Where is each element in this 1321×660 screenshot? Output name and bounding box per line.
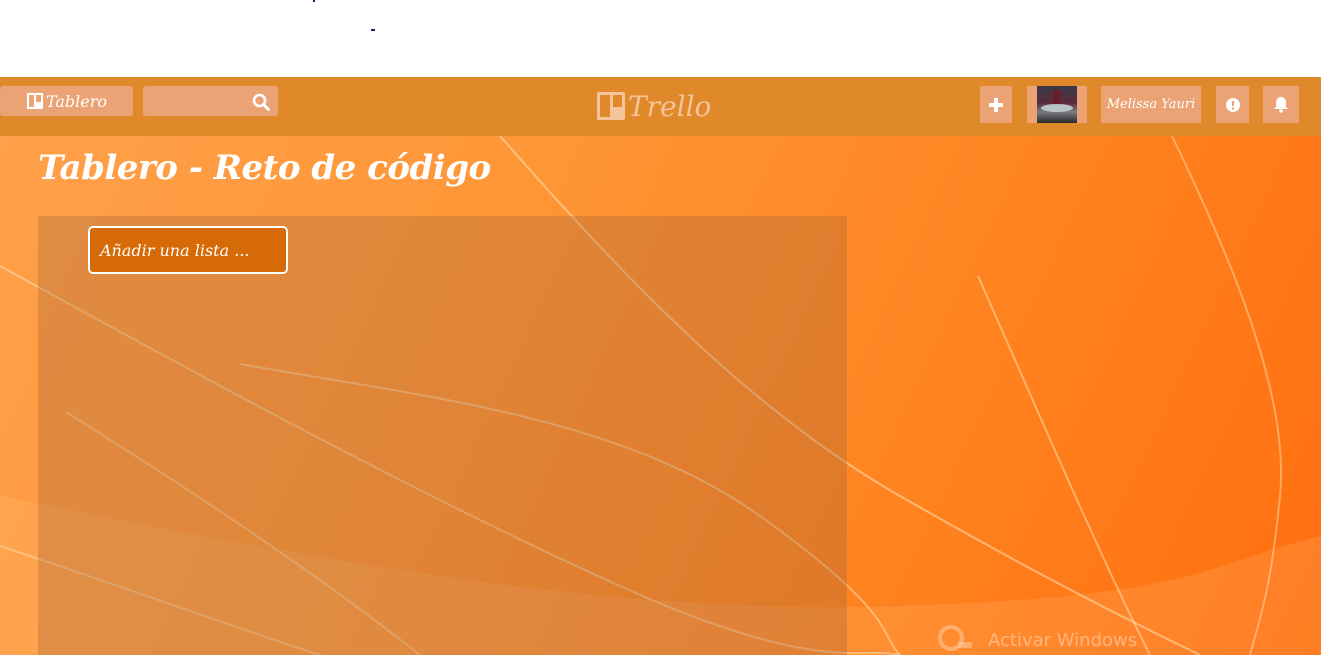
search-icon[interactable]: [252, 93, 270, 111]
add-button[interactable]: [980, 86, 1012, 123]
avatar-figure: [1053, 90, 1060, 104]
top-navbar: Tablero Trello Melissa Yauri: [0, 77, 1321, 136]
page-top-blank: [0, 0, 1321, 77]
trello-board-icon: [26, 93, 43, 109]
info-icon: [1225, 97, 1240, 112]
user-name: Melissa Yauri: [1106, 97, 1196, 112]
search-field[interactable]: [143, 86, 278, 116]
trello-logo-text: Trello: [628, 89, 712, 123]
windows-key-icon: [938, 625, 972, 651]
plus-icon: [989, 97, 1003, 112]
info-button[interactable]: [1216, 86, 1249, 123]
avatar-disc: [1041, 104, 1073, 112]
search-input[interactable]: [143, 86, 243, 116]
trello-logo[interactable]: Trello: [596, 89, 711, 123]
add-list-button[interactable]: Añadir una lista ...: [88, 226, 288, 274]
trello-logo-icon: [597, 92, 625, 120]
board-title: Tablero - Reto de código: [38, 148, 491, 188]
stray-mark: [313, 0, 315, 2]
board-lists-area: [38, 216, 847, 655]
windows-activation-watermark: Activar Windows: [936, 625, 1137, 655]
boards-button[interactable]: Tablero: [0, 86, 133, 116]
boards-button-label: Tablero: [45, 91, 108, 111]
bell-icon: [1274, 97, 1288, 113]
avatar: [1037, 86, 1077, 123]
watermark-text: Activar Windows: [988, 629, 1138, 651]
stray-mark: [371, 29, 375, 31]
avatar-button[interactable]: [1027, 86, 1087, 123]
user-name-button[interactable]: Melissa Yauri: [1101, 86, 1201, 123]
notifications-button[interactable]: [1263, 86, 1299, 123]
